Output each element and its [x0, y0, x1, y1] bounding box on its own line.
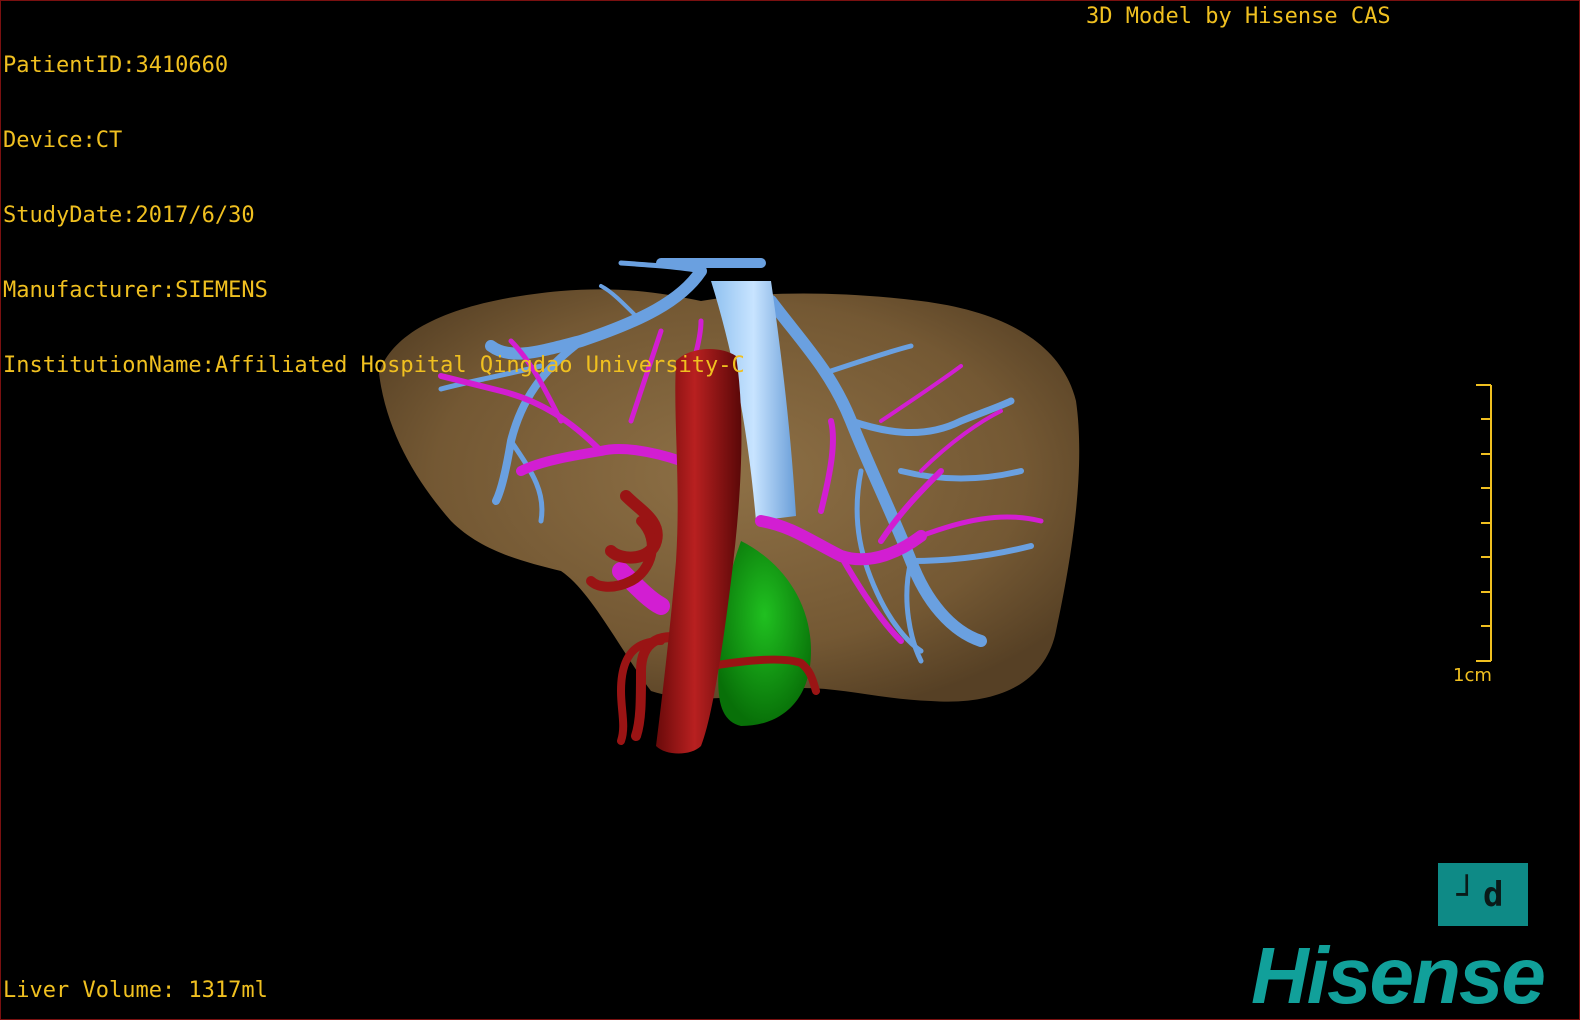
scale-bar-label: 1cm	[1453, 665, 1492, 686]
institution-name: InstitutionName:Affiliated Hospital Qing…	[3, 353, 745, 378]
3d-viewport[interactable]: PatientID:3410660 Device:CT StudyDate:20…	[0, 0, 1580, 1020]
hisense-logo: Hisense	[1251, 931, 1546, 1020]
study-date: StudyDate:2017/6/30	[3, 203, 255, 228]
dicom-metadata: PatientID:3410660 Device:CT StudyDate:20…	[3, 3, 745, 428]
scale-bar	[1476, 384, 1492, 662]
manufacturer: Manufacturer:SIEMENS	[3, 278, 268, 303]
model-credit: 3D Model by Hisense CAS	[1086, 4, 1391, 29]
patient-id: PatientID:3410660	[3, 53, 229, 78]
orientation-cube[interactable]: ┘d	[1438, 863, 1528, 926]
liver-volume: Liver Volume: 1317ml	[3, 978, 268, 1003]
device: Device:CT	[3, 128, 123, 153]
